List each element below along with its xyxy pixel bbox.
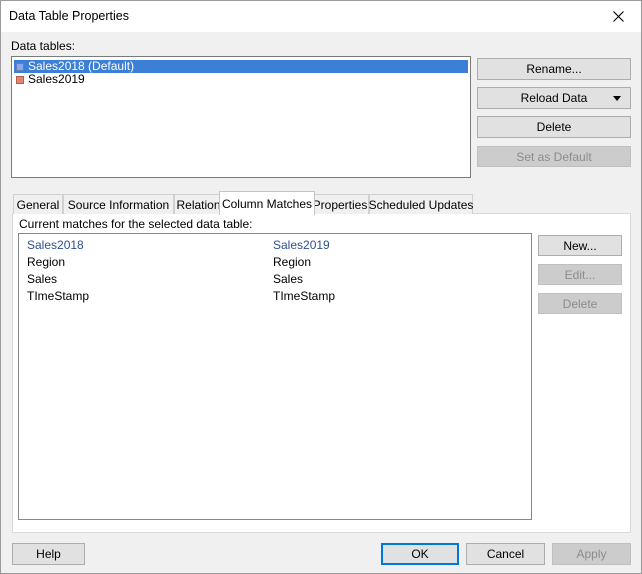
reload-data-button[interactable]: Reload Data — [477, 87, 631, 109]
help-button[interactable]: Help — [12, 543, 85, 565]
set-as-default-button[interactable]: Set as Default — [477, 146, 631, 167]
edit-match-button[interactable]: Edit... — [538, 264, 622, 285]
matches-header-left: Sales2018 — [27, 238, 84, 252]
window-title: Data Table Properties — [9, 9, 129, 23]
data-table-properties-dialog: Data Table Properties Data tables: Sales… — [0, 0, 642, 574]
match-row-left[interactable]: TImeStamp — [27, 289, 89, 303]
data-tables-list[interactable]: Sales2018 (Default) Sales2019 — [11, 56, 471, 178]
dropdown-arrow-icon — [613, 96, 621, 101]
match-row-right[interactable]: Sales — [273, 272, 303, 286]
tab-general[interactable]: General — [13, 194, 63, 214]
cancel-button[interactable]: Cancel — [466, 543, 545, 565]
table-color-swatch — [16, 75, 24, 84]
delete-match-button[interactable]: Delete — [538, 293, 622, 314]
match-row-right[interactable]: TImeStamp — [273, 289, 335, 303]
close-button[interactable] — [595, 1, 641, 32]
tab-column-matches[interactable]: Column Matches — [219, 191, 315, 215]
matches-header-right: Sales2019 — [273, 238, 330, 252]
match-row-right[interactable]: Region — [273, 255, 311, 269]
data-table-item-sales2019[interactable]: Sales2019 — [14, 73, 468, 86]
rename-button[interactable]: Rename... — [477, 58, 631, 80]
match-row-left[interactable]: Region — [27, 255, 65, 269]
table-color-swatch — [16, 62, 24, 71]
tab-properties[interactable]: Properties — [311, 194, 369, 214]
reload-data-label: Reload Data — [520, 91, 588, 105]
tab-source-information[interactable]: Source Information — [63, 194, 174, 214]
delete-table-button[interactable]: Delete — [477, 116, 631, 138]
current-matches-label: Current matches for the selected data ta… — [19, 217, 253, 231]
new-match-button[interactable]: New... — [538, 235, 622, 256]
match-row-left[interactable]: Sales — [27, 272, 57, 286]
apply-button[interactable]: Apply — [552, 543, 631, 565]
ok-button[interactable]: OK — [381, 543, 459, 565]
title-bar: Data Table Properties — [1, 1, 641, 32]
data-table-name: Sales2019 — [28, 72, 85, 86]
data-tables-label: Data tables: — [11, 39, 76, 53]
close-icon — [612, 11, 624, 22]
column-matches-list[interactable]: Sales2018 Sales2019 Region Region Sales … — [18, 233, 532, 520]
tab-scheduled-updates[interactable]: Scheduled Updates — [369, 194, 473, 214]
